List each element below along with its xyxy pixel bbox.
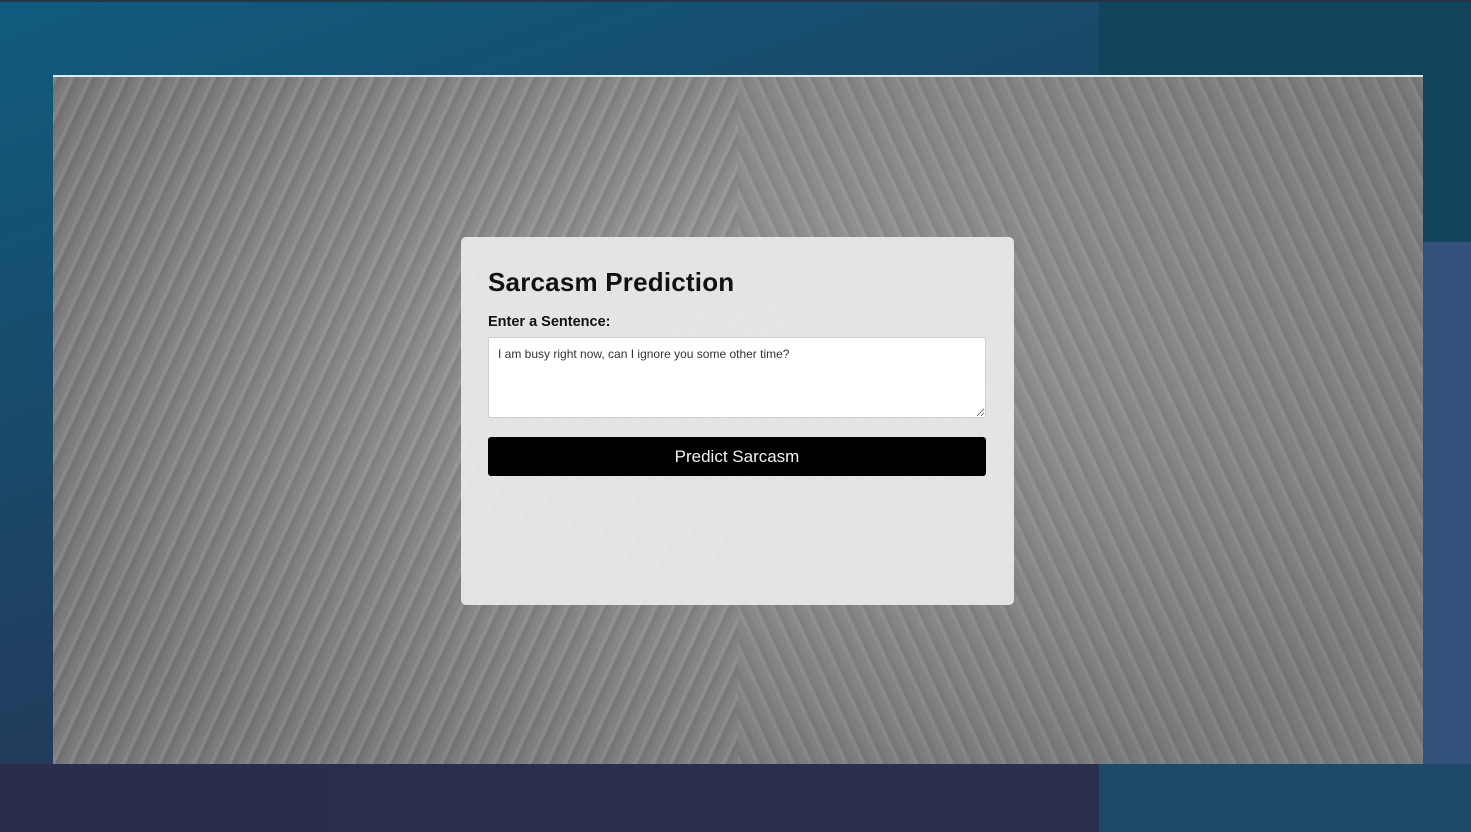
- sentence-input[interactable]: I am busy right now, can I ignore you so…: [488, 337, 986, 418]
- page-title: Sarcasm Prediction: [488, 267, 735, 297]
- background-panel: [1099, 764, 1471, 832]
- predict-sarcasm-button[interactable]: Predict Sarcasm: [488, 437, 986, 476]
- prediction-card: Sarcasm Prediction Enter a Sentence: I a…: [461, 237, 1014, 605]
- background-panel: [1423, 242, 1471, 764]
- background-panel: [0, 764, 1099, 832]
- background-image-stage: Sarcasm Prediction Enter a Sentence: I a…: [53, 75, 1423, 764]
- sentence-label: Enter a Sentence:: [488, 314, 611, 330]
